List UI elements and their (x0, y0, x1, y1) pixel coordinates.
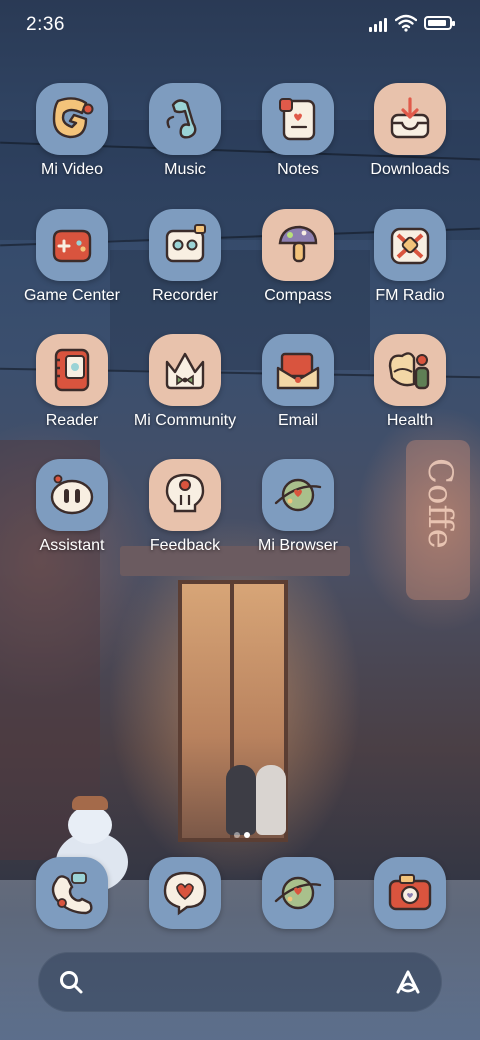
app-game-center[interactable]: Game Center (12, 209, 132, 306)
app-notes[interactable]: Notes (238, 83, 358, 180)
app-label: Notes (277, 161, 319, 178)
assistant-a-icon[interactable] (394, 968, 422, 996)
page-dot-1[interactable] (234, 832, 240, 838)
page-dot-2[interactable] (244, 832, 250, 838)
music-note-icon[interactable] (149, 83, 221, 155)
wifi-icon (395, 14, 417, 32)
app-label: Mi Video (41, 161, 103, 178)
radio-icon[interactable] (374, 209, 446, 281)
app-email[interactable]: Email (238, 334, 358, 431)
app-label: Health (386, 412, 434, 429)
app-label: Music (164, 161, 206, 178)
book-icon[interactable] (36, 334, 108, 406)
message-heart-icon[interactable] (149, 857, 221, 929)
app-label: Downloads (370, 161, 450, 178)
lightbulb-icon[interactable] (149, 459, 221, 531)
dock-item-planet[interactable] (238, 857, 358, 929)
planet-icon[interactable] (262, 459, 334, 531)
app-mi-browser[interactable]: Mi Browser (238, 459, 358, 556)
notes-icon[interactable] (262, 83, 334, 155)
coffee-sign: Coffe (406, 440, 470, 600)
page-indicator[interactable] (226, 831, 256, 839)
app-recorder[interactable]: Recorder (125, 209, 245, 306)
app-downloads[interactable]: Downloads (350, 83, 470, 180)
app-label: Game Center (23, 287, 121, 304)
dock-item-phone[interactable] (12, 857, 132, 929)
app-assistant[interactable]: Assistant (12, 459, 132, 556)
app-compass[interactable]: Compass (238, 209, 358, 306)
mi-video-icon[interactable] (36, 83, 108, 155)
heart-bottle-icon[interactable] (374, 334, 446, 406)
signal-icon (369, 18, 391, 32)
app-label: Reader (45, 412, 99, 429)
app-health[interactable]: Health (350, 334, 470, 431)
camera-icon[interactable] (374, 857, 446, 929)
download-tray-icon[interactable] (374, 83, 446, 155)
dock-item-camera[interactable] (350, 857, 470, 929)
search-bar[interactable] (38, 952, 442, 1012)
app-label: Recorder (152, 287, 218, 304)
clock: 2:36 (26, 14, 65, 35)
app-label: Mi Browser (257, 537, 338, 554)
app-label: Assistant (39, 537, 105, 554)
app-label: Compass (264, 287, 332, 304)
phone-icon[interactable] (36, 857, 108, 929)
assistant-face-icon[interactable] (36, 459, 108, 531)
battery-icon (424, 16, 455, 30)
status-bar: 2:36 (0, 0, 480, 50)
app-label: Feedback (149, 537, 221, 554)
gamepad-icon[interactable] (36, 209, 108, 281)
mushroom-compass-icon[interactable] (262, 209, 334, 281)
crown-icon[interactable] (149, 334, 221, 406)
app-label: Email (277, 412, 318, 429)
envelope-icon[interactable] (262, 334, 334, 406)
search-icon[interactable] (58, 969, 84, 995)
app-label: FM Radio (375, 287, 445, 304)
app-label: Mi Community (133, 412, 237, 429)
app-music[interactable]: Music (125, 83, 245, 180)
app-feedback[interactable]: Feedback (125, 459, 245, 556)
app-mi-video[interactable]: Mi Video (12, 83, 132, 180)
planet-icon[interactable] (262, 857, 334, 929)
app-fm-radio[interactable]: FM Radio (350, 209, 470, 306)
app-reader[interactable]: Reader (12, 334, 132, 431)
cassette-icon[interactable] (149, 209, 221, 281)
dock-item-message-heart[interactable] (125, 857, 245, 929)
app-mi-community[interactable]: Mi Community (125, 334, 245, 431)
